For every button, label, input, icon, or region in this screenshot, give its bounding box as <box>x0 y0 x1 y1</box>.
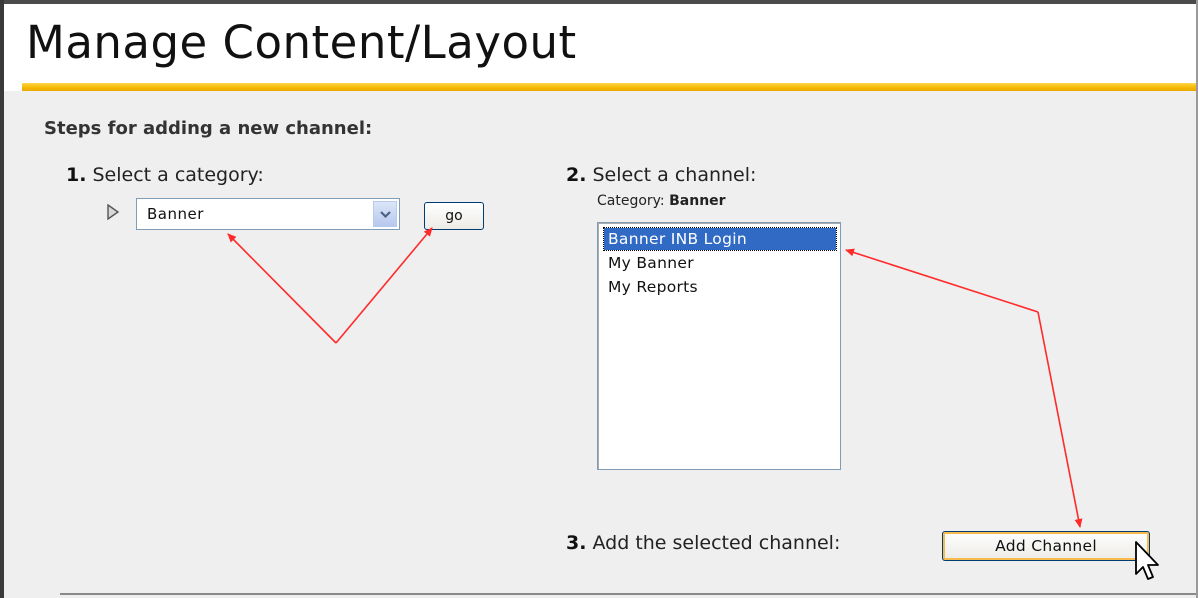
step3-text: Add the selected channel: <box>586 532 841 554</box>
step2-text: Select a channel: <box>586 164 757 186</box>
category-select-dropdown-button[interactable] <box>373 201 397 227</box>
step1-text: Select a category: <box>86 164 264 186</box>
steps-heading: Steps for adding a new channel: <box>44 118 373 139</box>
category-prefix: Category: <box>597 193 670 209</box>
page-title: Manage Content/Layout <box>26 16 577 69</box>
channel-list-item[interactable]: My Banner <box>604 252 836 274</box>
mouse-pointer-icon <box>1135 541 1159 580</box>
current-category-line: Category: Banner <box>597 193 726 209</box>
channel-list-item[interactable]: Banner INB Login <box>603 227 837 251</box>
title-underline-bar <box>22 83 1198 91</box>
screenshot-frame: Manage Content/Layout Steps for adding a… <box>0 0 1198 598</box>
step2-number: 2. <box>566 164 587 186</box>
step2-label: 2. Select a channel: <box>566 164 756 186</box>
category-select[interactable]: Banner <box>136 198 400 230</box>
step3-number: 3. <box>566 532 587 554</box>
window-left-border <box>0 0 4 598</box>
step1-number: 1. <box>66 164 87 186</box>
play-triangle-icon <box>107 204 120 220</box>
chevron-down-icon <box>380 211 391 219</box>
category-select-value: Banner <box>147 205 204 223</box>
add-channel-button[interactable]: Add Channel <box>942 531 1150 561</box>
channel-listbox[interactable]: Banner INB Login My Banner My Reports <box>597 222 841 470</box>
step1-label: 1. Select a category: <box>66 164 264 186</box>
channel-list-item[interactable]: My Reports <box>604 276 836 298</box>
window-top-border <box>0 0 1198 4</box>
step3-label: 3. Add the selected channel: <box>566 532 840 554</box>
go-button[interactable]: go <box>424 202 484 230</box>
category-name: Banner <box>669 193 726 209</box>
bottom-divider <box>60 593 1196 595</box>
